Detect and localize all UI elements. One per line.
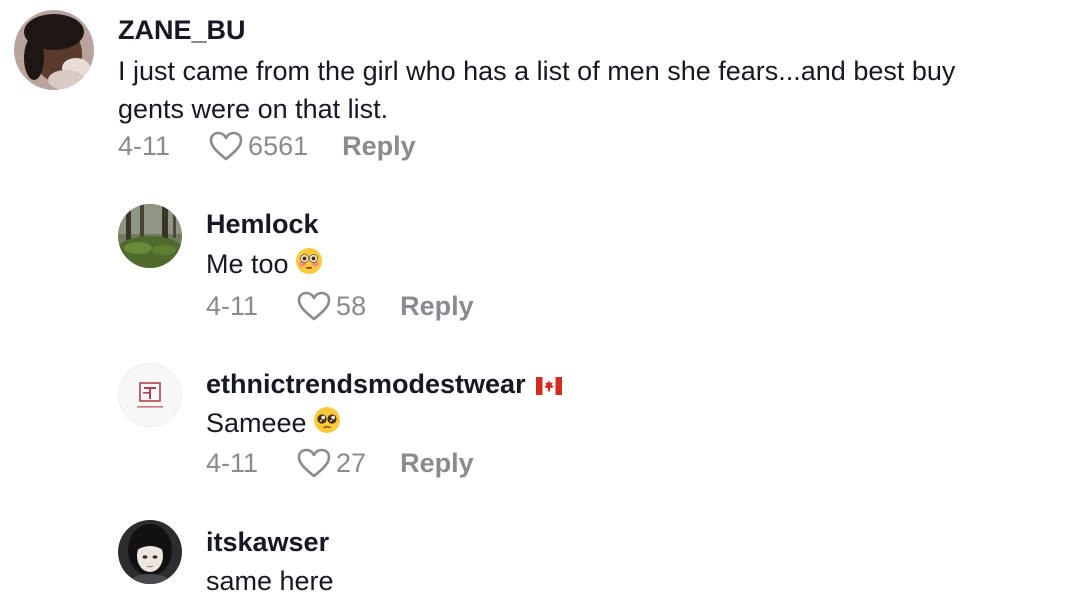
comment-text-line: I just came from the girl who has a list…	[118, 56, 956, 86]
comment-text-content: same here	[206, 566, 334, 596]
comment-text-content: Sameee	[206, 408, 307, 438]
username[interactable]: Hemlock	[206, 208, 319, 240]
comment-meta: 4-11 27 Reply	[206, 445, 474, 481]
avatar[interactable]	[14, 10, 94, 90]
comment-thread: ZANE_BU I just came from the girl who ha…	[0, 0, 1072, 604]
reply-button[interactable]: Reply	[400, 448, 474, 479]
comment-text: Sameee	[206, 404, 341, 444]
like-count: 27	[336, 447, 367, 478]
like-button[interactable]: 6561	[208, 130, 308, 162]
avatar[interactable]	[118, 363, 182, 427]
comment-text-content: Me too	[206, 249, 289, 279]
like-button[interactable]: 27	[296, 447, 366, 479]
username[interactable]: ZANE_BU	[118, 14, 246, 46]
comment-itskawser: itskawser same here	[0, 508, 1072, 604]
comment-text: I just came from the girl who has a list…	[118, 52, 1058, 128]
canada-flag-icon	[535, 370, 562, 402]
heart-outline-icon	[297, 448, 331, 478]
comment-text-line: gents were on that list.	[118, 94, 389, 124]
username[interactable]: ethnictrendsmodestwear	[206, 368, 562, 402]
like-count: 6561	[248, 130, 309, 161]
flushed-face-emoji	[295, 247, 323, 285]
comment-meta: 4-11 6561 Reply	[118, 128, 416, 164]
comment-date: 4-11	[118, 130, 171, 161]
heart-outline-icon	[297, 291, 331, 321]
avatar[interactable]	[118, 204, 182, 268]
reply-button[interactable]: Reply	[342, 131, 416, 162]
comment-hemlock: Hemlock Me too 4-11 58 Reply	[0, 190, 1072, 340]
reply-button[interactable]: Reply	[400, 291, 474, 322]
pleading-face-emoji	[313, 406, 341, 444]
avatar[interactable]	[118, 520, 182, 584]
comment-zane-bu: ZANE_BU I just came from the girl who ha…	[0, 0, 1072, 180]
like-button[interactable]: 58	[296, 290, 366, 322]
comment-text: Me too	[206, 245, 323, 285]
comment-text: same here	[206, 562, 334, 600]
username[interactable]: itskawser	[206, 526, 329, 558]
comment-date: 4-11	[206, 447, 259, 478]
comment-meta: 4-11 58 Reply	[206, 288, 474, 324]
like-count: 58	[336, 290, 367, 321]
comment-date: 4-11	[206, 290, 259, 321]
username-text: ethnictrendsmodestwear	[206, 369, 526, 399]
comment-ethnictrendsmodestwear: ethnictrendsmodestwear Sameee 4-11 27 Re…	[0, 350, 1072, 500]
heart-outline-icon	[209, 131, 243, 161]
